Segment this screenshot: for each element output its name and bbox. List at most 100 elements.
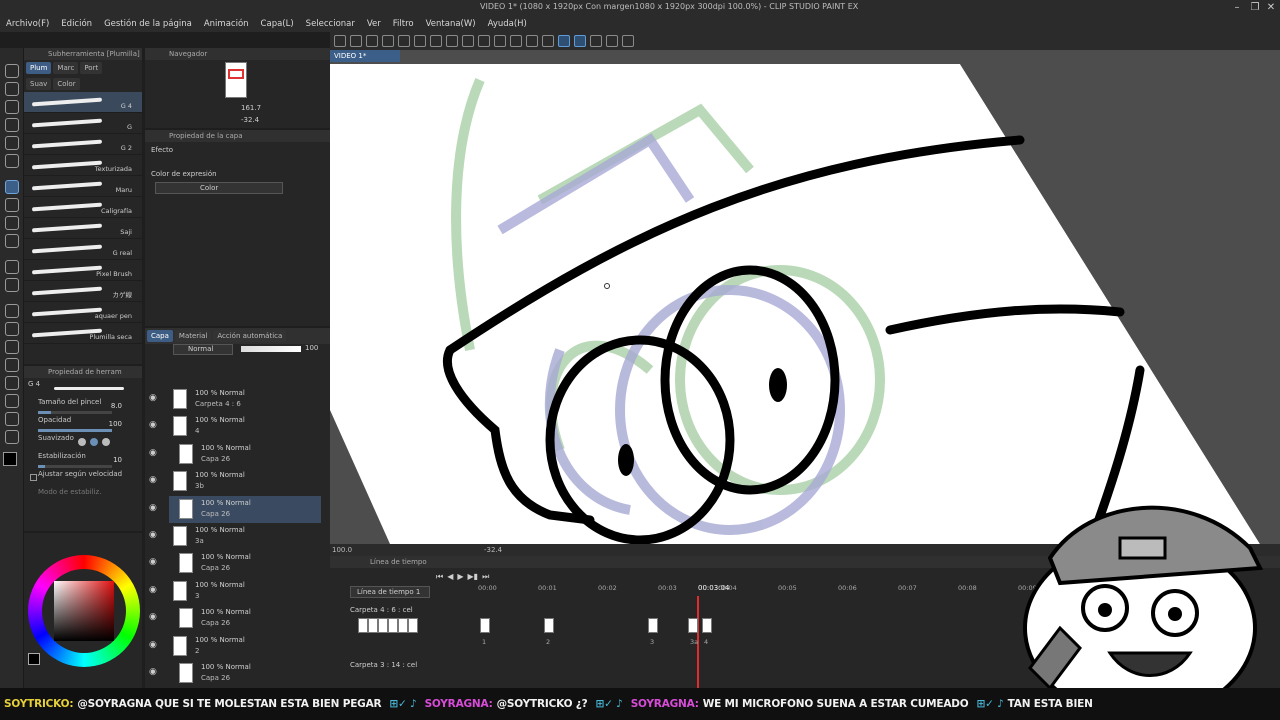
layer-row[interactable]: ◉ 100 % Normal Capa 26 [149,441,321,468]
brush-size-value[interactable]: 8.0 [111,402,122,410]
menu-capa[interactable]: Capa(L) [255,19,300,29]
timeline-select[interactable]: Línea de tiempo 1 [350,586,430,598]
smoothing-row[interactable]: Suavizado [24,434,142,452]
track-name-1[interactable]: Carpeta 4 : 6 : cel [350,604,440,616]
visibility-eye-icon[interactable]: ◉ [149,557,157,567]
menu-ayuda[interactable]: Ayuda(H) [482,19,533,29]
opacity-slider[interactable] [38,429,112,432]
minimize-icon[interactable]: – [1230,2,1244,14]
tab-suavizado[interactable]: Suav [26,78,52,90]
layer-row[interactable]: ◉ 100 % Normal Capa 26 [149,495,321,523]
open-file-icon[interactable] [366,35,378,47]
timeline-cel[interactable] [702,618,712,633]
brush-item[interactable]: G 4 [24,92,142,113]
eyedropper-tool-icon[interactable] [5,154,19,168]
smoothing-dot-1[interactable] [78,438,86,446]
brush-item[interactable]: Pixel Brush [24,260,142,281]
redo-icon[interactable] [446,35,458,47]
layer-row[interactable]: ◉ 100 % Normal Capa 26 [149,550,321,577]
brush-item[interactable]: Caligrafía [24,197,142,218]
menu-ver[interactable]: Ver [361,19,387,29]
export-icon[interactable] [398,35,410,47]
brush-item[interactable]: Plumilla seca [24,323,142,344]
track-cel-thumb[interactable] [388,618,398,633]
visibility-eye-icon[interactable]: ◉ [149,530,157,540]
track-cel-thumb[interactable] [368,618,378,633]
navigator-view-rect[interactable] [228,69,244,79]
transform-icon[interactable] [510,35,522,47]
layer-row[interactable]: ◉ 100 % Normal 3b [149,468,321,495]
navigator-thumbnail[interactable] [225,62,247,98]
text-tool-icon[interactable] [5,394,19,408]
tab-material[interactable]: Material [174,330,212,342]
new-file-icon[interactable] [350,35,362,47]
navigator-zoom[interactable]: 161.7 [241,104,261,112]
canvas-tab[interactable]: VIDEO 1* [330,50,400,62]
layer-opacity-slider[interactable] [241,346,301,352]
tab-color[interactable]: Color [53,78,80,90]
stabilization-row[interactable]: Estabilización 10 [24,452,142,470]
deselect-icon[interactable] [526,35,538,47]
track-cel-thumb[interactable] [408,618,418,633]
brush-size-slider[interactable] [38,411,112,414]
close-icon[interactable]: ✕ [1264,2,1278,14]
visibility-eye-icon[interactable]: ◉ [149,393,157,403]
layer-row[interactable]: ◉ 100 % Normal 3 [149,578,321,605]
opacity-value[interactable]: 100 [109,420,122,428]
brush-item[interactable]: G real [24,239,142,260]
ruler-tool-icon[interactable] [5,376,19,390]
undo-icon[interactable] [430,35,442,47]
tab-plumilla[interactable]: Plum [26,62,52,74]
snap-ruler-icon[interactable] [558,35,570,47]
selection-tool-icon[interactable] [5,118,19,132]
track-cel-thumb[interactable] [358,618,368,633]
crop-icon[interactable] [542,35,554,47]
layer-opacity-value[interactable]: 100 [305,344,318,352]
figure-tool-icon[interactable] [5,340,19,354]
brush-item[interactable]: Texturizada [24,155,142,176]
visibility-eye-icon[interactable]: ◉ [149,612,157,622]
menu-seleccionar[interactable]: Seleccionar [300,19,361,29]
settings-icon[interactable] [622,35,634,47]
print-icon[interactable] [414,35,426,47]
snap-grid-icon[interactable] [590,35,602,47]
layer-row[interactable]: ◉ 100 % Normal Carpeta 4 : 6 [149,386,321,413]
loading-icon[interactable] [462,35,474,47]
visibility-eye-icon[interactable]: ◉ [149,640,157,650]
fill-icon[interactable] [494,35,506,47]
timeline-cel[interactable] [688,618,698,633]
play-end-icon[interactable]: ⏭ [482,572,489,584]
main-color-swatch[interactable] [3,452,17,466]
track-cel-thumb[interactable] [378,618,388,633]
menu-archivo[interactable]: Archivo(F) [0,19,55,29]
speed-row[interactable]: Ajustar según velocidad [24,470,142,488]
canvas-area[interactable] [330,50,1280,544]
status-angle[interactable]: -32.4 [484,546,502,554]
menu-toggle-icon[interactable] [334,35,346,47]
brush-tool-icon[interactable] [5,216,19,230]
balloon-tool-icon[interactable] [5,412,19,426]
maximize-icon[interactable]: ❐ [1248,2,1262,14]
save-icon[interactable] [382,35,394,47]
brush-item[interactable]: aquaer pen [24,302,142,323]
frame-tool-icon[interactable] [5,358,19,372]
status-zoom[interactable]: 100.0 [332,546,352,554]
play-next-icon[interactable]: ▶▮ [468,572,479,584]
smoothing-dot-2[interactable] [90,438,98,446]
visibility-eye-icon[interactable]: ◉ [149,667,157,677]
visibility-eye-icon[interactable]: ◉ [149,448,157,458]
tab-marcador[interactable]: Marc [53,62,79,74]
brush-item[interactable]: Maru [24,176,142,197]
eraser-tool-icon[interactable] [5,260,19,274]
brush-item[interactable]: カゲ線 [24,281,142,302]
opacity-row[interactable]: Opacidad 100 [24,416,142,434]
layer-row[interactable]: ◉ 100 % Normal 3a [149,523,321,550]
stabilization-slider[interactable] [38,465,112,468]
layer-row[interactable]: ◉ 100 % Normal Capa 26 [149,660,321,687]
canvas-drawing[interactable] [330,50,1280,544]
visibility-eye-icon[interactable]: ◉ [149,420,157,430]
blend-tool-icon[interactable] [5,278,19,292]
stabilization-value[interactable]: 10 [113,456,122,464]
brush-size-row[interactable]: Tamaño del pincel 8.0 [24,398,142,416]
navigator-angle[interactable]: -32.4 [241,116,259,124]
